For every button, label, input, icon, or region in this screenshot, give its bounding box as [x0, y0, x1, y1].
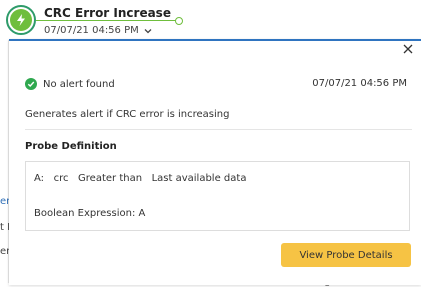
probe-definition-title: Probe Definition	[25, 141, 117, 152]
view-probe-details-button[interactable]: View Probe Details	[281, 243, 411, 267]
status-timestamp: 07/07/21 04:56 PM	[312, 78, 407, 89]
probe-field: crc	[53, 173, 69, 184]
chevron-down-icon	[144, 28, 152, 33]
alert-timestamp-dropdown[interactable]: 07/07/21 04:56 PM	[44, 25, 153, 36]
probe-operator: Greater than	[78, 173, 143, 184]
alert-timestamp: 07/07/21 04:56 PM	[44, 25, 139, 36]
lightning-icon	[10, 9, 32, 31]
alert-title: CRC Error Increase	[44, 6, 171, 20]
status-row: No alert found	[25, 78, 115, 90]
probe-label: A:	[34, 173, 45, 184]
alert-node[interactable]	[6, 5, 36, 35]
probe-definition-box	[25, 161, 410, 231]
status-text: No alert found	[43, 78, 115, 90]
close-icon[interactable]	[402, 43, 414, 55]
timeline-line	[36, 20, 176, 21]
alert-description: Generates alert if CRC error is increasi…	[25, 109, 230, 120]
timeline-dot	[175, 17, 183, 25]
probe-condition: A: crc Greater than Last available data	[34, 173, 246, 184]
boolean-expression: Boolean Expression: A	[34, 208, 146, 219]
probe-value: Last available data	[151, 173, 247, 184]
section-divider	[25, 129, 412, 130]
check-circle-icon	[25, 78, 37, 90]
